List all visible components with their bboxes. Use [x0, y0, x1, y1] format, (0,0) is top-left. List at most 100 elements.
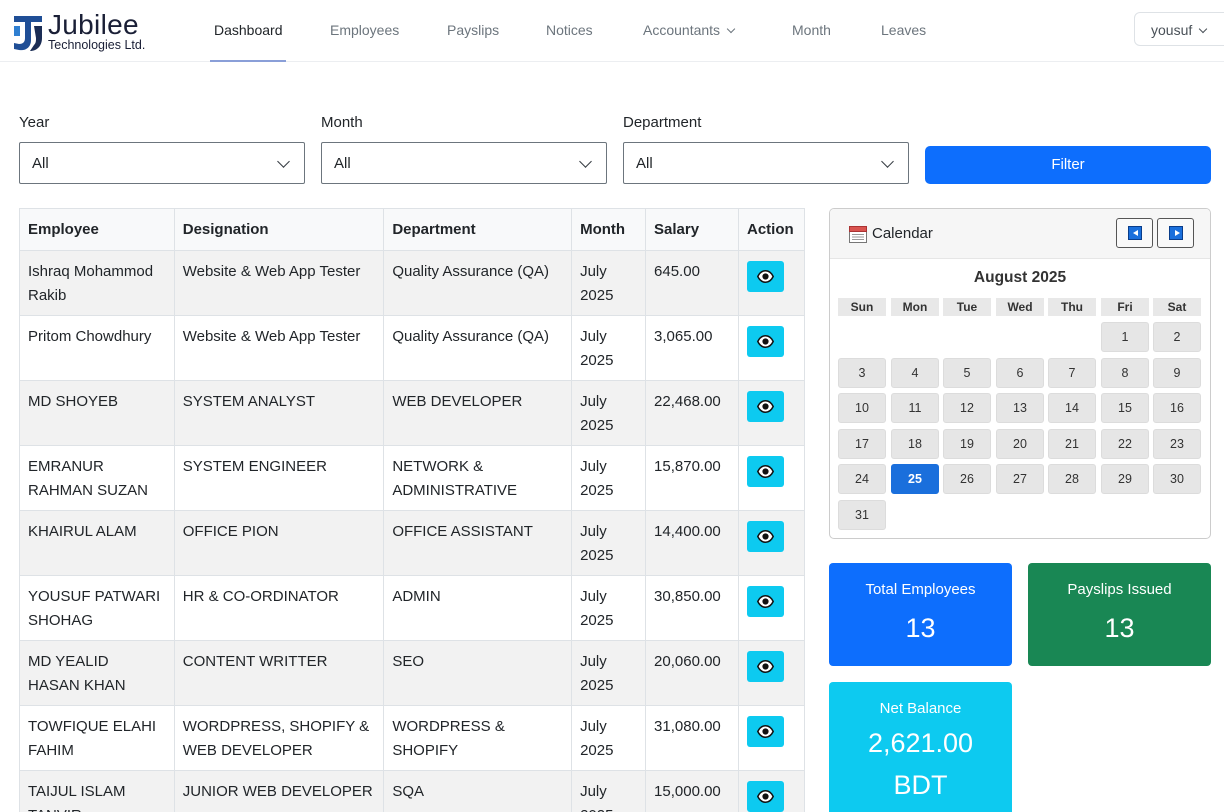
calendar-day[interactable]: 27 [996, 464, 1044, 494]
calendar-day[interactable]: 31 [838, 499, 886, 530]
weekday-tue: Tue [943, 298, 991, 316]
chevron-down-icon [579, 155, 592, 168]
view-payslip-button[interactable] [746, 651, 784, 682]
view-payslip-button[interactable] [746, 781, 784, 812]
cell-designation-line: WORDPRESS, SHOPIFY & [182, 718, 370, 735]
cell-department: WORDPRESS & SHOPIFY [383, 705, 573, 771]
calendar-day[interactable]: 18 [891, 428, 939, 459]
calendar-day[interactable]: 10 [838, 393, 886, 423]
view-payslip-button[interactable] [746, 391, 784, 422]
calendar-day[interactable]: 19 [943, 428, 991, 459]
nav-notices[interactable]: Notices [546, 22, 593, 38]
calendar-day[interactable]: 16 [1153, 393, 1201, 423]
col-header-employee: Employee [19, 208, 175, 251]
table-row: Ishraq Mohammod Rakib Website & Web App Te… [19, 250, 806, 316]
calendar-prev-button[interactable] [1116, 218, 1153, 248]
total-employees-card: Total Employees 13 [829, 563, 1012, 666]
calendar-next-button[interactable] [1157, 218, 1194, 248]
weekday-thu: Thu [1048, 298, 1096, 316]
cell-action [737, 380, 806, 446]
nav-employees[interactable]: Employees [330, 22, 399, 38]
cell-designation-line: SYSTEM ENGINEER [182, 458, 327, 475]
cell-employee-line: TANVIR [28, 804, 166, 812]
nav-leaves[interactable]: Leaves [881, 22, 926, 38]
view-payslip-button[interactable] [746, 716, 784, 747]
calendar-day[interactable]: 11 [891, 393, 939, 423]
view-payslip-button[interactable] [746, 521, 784, 552]
calendar-day[interactable]: 15 [1101, 393, 1149, 423]
department-select[interactable]: All [623, 142, 909, 184]
calendar-day[interactable]: 5 [943, 357, 991, 388]
nav-month[interactable]: Month [792, 22, 831, 38]
cell-designation-line: CONTENT WRITTER [182, 653, 328, 670]
nav-accountants[interactable]: Accountants [643, 22, 736, 38]
view-payslip-button[interactable] [746, 586, 784, 617]
cell-month-line: July [580, 393, 607, 410]
cell-employee: KHAIRUL ALAM [19, 510, 175, 576]
cell-department: SEO [383, 640, 573, 706]
cell-action [737, 640, 806, 706]
year-label: Year [19, 114, 50, 131]
cell-department-line: ADMIN [392, 588, 441, 605]
cell-designation: Website & Web App Tester [173, 315, 385, 381]
calendar-day[interactable]: 3 [838, 357, 886, 388]
calendar-day[interactable]: 26 [943, 464, 991, 494]
cell-employee-line: FAHIM [28, 742, 74, 759]
cell-employee-line: Ishraq Mohammod [28, 263, 154, 280]
calendar-day[interactable]: 12 [943, 393, 991, 423]
user-menu-button[interactable]: yousuf [1134, 12, 1224, 46]
chevron-down-icon [277, 155, 290, 168]
year-select[interactable]: All [19, 142, 305, 184]
payslip-table: Employee Designation Department Month Sa… [19, 208, 806, 812]
calendar-day[interactable]: 29 [1101, 464, 1149, 494]
arrow-left-icon [1128, 226, 1142, 240]
nav-dashboard[interactable]: Dashboard [214, 22, 283, 38]
calendar-day[interactable]: 8 [1101, 357, 1149, 388]
calendar-day[interactable]: 13 [996, 393, 1044, 423]
cell-department-line: Quality Assurance (QA) [392, 328, 550, 345]
cell-month: July 2025 [571, 640, 647, 706]
cell-designation: HR & CO-ORDINATOR [173, 575, 385, 641]
month-select[interactable]: All [321, 142, 607, 184]
calendar-day[interactable]: 28 [1048, 464, 1096, 494]
table-row: TAIJUL ISLAM TANVIR JUNIOR WEB DEVELOPER SQ… [19, 770, 806, 812]
month-select-value: All [334, 155, 351, 172]
nav-payslips[interactable]: Payslips [447, 22, 499, 38]
cell-salary: 14,400.00 [645, 510, 739, 576]
calendar-day[interactable]: 4 [891, 357, 939, 388]
calendar-month-label: August 2025 [973, 269, 1067, 286]
arrow-right-icon [1169, 226, 1183, 240]
cell-month-line: 2025 [580, 804, 637, 812]
cell-employee-line: RAHMAN SUZAN [28, 482, 149, 499]
brand-logo[interactable]: Jubilee Technologies Ltd. [12, 10, 172, 52]
calendar-day[interactable]: 14 [1048, 393, 1096, 423]
calendar-day[interactable]: 6 [996, 357, 1044, 388]
calendar-day[interactable]: 9 [1153, 357, 1201, 388]
calendar-day[interactable]: 21 [1048, 428, 1096, 459]
cell-action [737, 575, 806, 641]
calendar-day[interactable]: 7 [1048, 357, 1096, 388]
cell-salary: 15,870.00 [645, 445, 739, 511]
calendar-day[interactable]: 30 [1153, 464, 1201, 494]
cell-employee-line: MD SHOYEB [28, 393, 119, 410]
cell-department: Quality Assurance (QA) [383, 315, 573, 381]
view-payslip-button[interactable] [746, 456, 784, 487]
calendar-day[interactable]: 17 [838, 428, 886, 459]
cell-month-line: July [580, 718, 607, 735]
calendar-day[interactable]: 23 [1153, 428, 1201, 459]
calendar-header: Calendar [830, 209, 1210, 259]
filter-button[interactable]: Filter [925, 146, 1211, 184]
cell-department-line: SHOPIFY [392, 742, 459, 759]
calendar-day[interactable]: 20 [996, 428, 1044, 459]
cell-month: July 2025 [571, 445, 647, 511]
calendar-day-today[interactable]: 25 [891, 464, 939, 494]
calendar-day[interactable]: 2 [1153, 322, 1201, 352]
table-row: YOUSUF PATWARI SHOHAG HR & CO-ORDINATOR ADM… [19, 575, 806, 641]
view-payslip-button[interactable] [746, 326, 784, 357]
calendar-title: Calendar [872, 225, 933, 242]
col-header-designation: Designation [173, 208, 385, 251]
calendar-day[interactable]: 1 [1101, 322, 1149, 352]
calendar-day[interactable]: 22 [1101, 428, 1149, 459]
view-payslip-button[interactable] [746, 261, 784, 292]
calendar-day[interactable]: 24 [838, 464, 886, 494]
